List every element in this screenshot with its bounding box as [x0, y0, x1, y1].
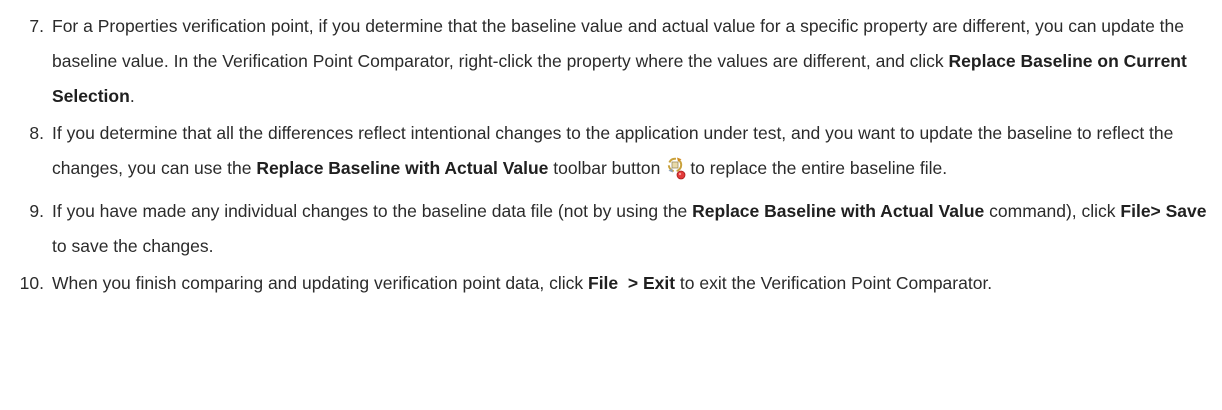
step-text: toolbar button: [548, 158, 661, 178]
step-8: 8. If you determine that all the differe…: [0, 116, 1222, 192]
instruction-steps: 7. For a Properties verification point, …: [0, 0, 1222, 301]
step-10: 10. When you finish comparing and updati…: [0, 266, 1222, 301]
step-text: When you finish comparing and updating v…: [52, 273, 588, 293]
step-9: 9. If you have made any individual chang…: [0, 194, 1222, 264]
command-replace-baseline-with-actual: Replace Baseline with Actual Value: [692, 201, 985, 221]
step-7: 7. For a Properties verification point, …: [0, 9, 1222, 114]
step-number: 7.: [29, 16, 44, 36]
step-text: command), click: [984, 201, 1121, 221]
step-text: .: [129, 86, 135, 106]
menu-path-file-exit: File > Exit: [588, 273, 676, 293]
menu-path-file-save: File> Save: [1120, 201, 1207, 221]
step-text: to replace the entire baseline file.: [690, 158, 948, 178]
step-number: 9.: [29, 201, 44, 221]
command-replace-baseline-with-actual: Replace Baseline with Actual Value: [256, 158, 549, 178]
step-text: If you have made any individual changes …: [52, 201, 693, 221]
replace-baseline-icon: [665, 156, 687, 192]
step-text: to exit the Verification Point Comparato…: [675, 273, 993, 293]
step-number: 10.: [19, 273, 44, 293]
step-number: 8.: [29, 123, 44, 143]
step-text: to save the changes.: [52, 236, 214, 256]
